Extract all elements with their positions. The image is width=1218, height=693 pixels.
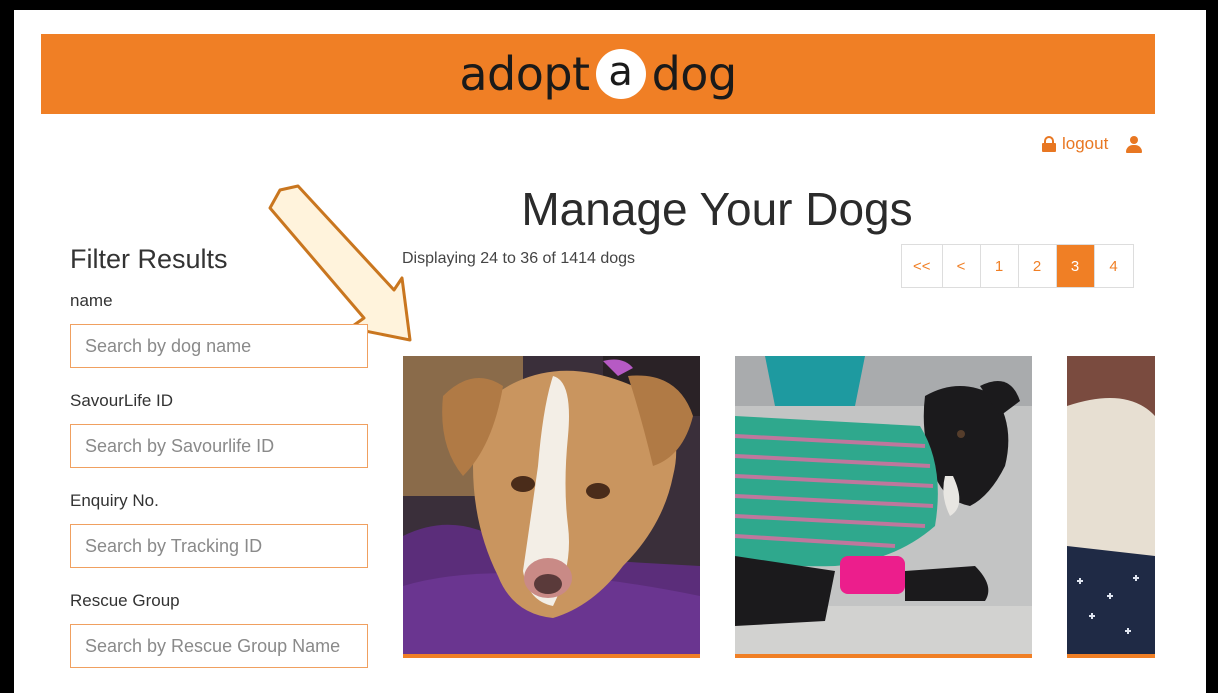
page-title: Manage Your Dogs [521, 183, 913, 235]
filter-label-enquiry-no: Enquiry No. [70, 491, 159, 510]
screenshot-border-top [0, 0, 1218, 10]
logo-text-adopt: adopt [459, 47, 590, 101]
page-first-button[interactable]: << [902, 245, 943, 287]
logout-link[interactable]: logout [1042, 134, 1143, 154]
tracking-id-search-input[interactable] [70, 524, 368, 568]
logo[interactable]: adopt a dog [41, 34, 1155, 114]
page-prev-button[interactable]: < [942, 245, 981, 287]
filter-label-savourlife-id: SavourLife ID [70, 391, 173, 410]
logo-circle: a [595, 49, 646, 99]
annotation-arrow-icon [268, 184, 412, 342]
dog-photo-image [1067, 356, 1155, 654]
rescue-group-search-input[interactable] [70, 624, 368, 668]
dog-name-search-input[interactable] [70, 324, 368, 368]
dog-card-accent-bar [1067, 654, 1155, 658]
pagination: << < 1 2 3 4 [901, 244, 1134, 288]
page-3-button[interactable]: 3 [1056, 245, 1095, 287]
dog-photo-image [403, 356, 700, 654]
logout-label[interactable]: logout [1062, 134, 1108, 154]
header-banner: adopt a dog [41, 34, 1155, 114]
page: adopt a dog logout Manage Your Dogs Filt… [14, 10, 1206, 693]
page-1-button[interactable]: 1 [980, 245, 1019, 287]
logo-text-dog: dog [651, 47, 738, 101]
lock-icon [1042, 136, 1056, 152]
dog-card-accent-bar [403, 654, 700, 658]
page-4-button[interactable]: 4 [1094, 245, 1133, 287]
user-icon[interactable] [1126, 135, 1143, 153]
dog-card-photo[interactable] [403, 356, 700, 654]
dog-photo-image [735, 356, 1032, 654]
screenshot-border-right [1206, 0, 1218, 693]
page-2-button[interactable]: 2 [1018, 245, 1057, 287]
dog-card-photo[interactable] [1067, 356, 1155, 654]
logo-text-a: a [608, 49, 633, 95]
dog-card-accent-bar [735, 654, 1032, 658]
filter-label-rescue-group: Rescue Group [70, 591, 180, 610]
dog-card-photo[interactable] [735, 356, 1032, 654]
savourlife-id-search-input[interactable] [70, 424, 368, 468]
filter-label-name: name [70, 291, 113, 310]
results-count: Displaying 24 to 36 of 1414 dogs [402, 250, 636, 267]
screenshot-border-left [0, 0, 14, 693]
filter-results-heading: Filter Results [70, 244, 228, 274]
